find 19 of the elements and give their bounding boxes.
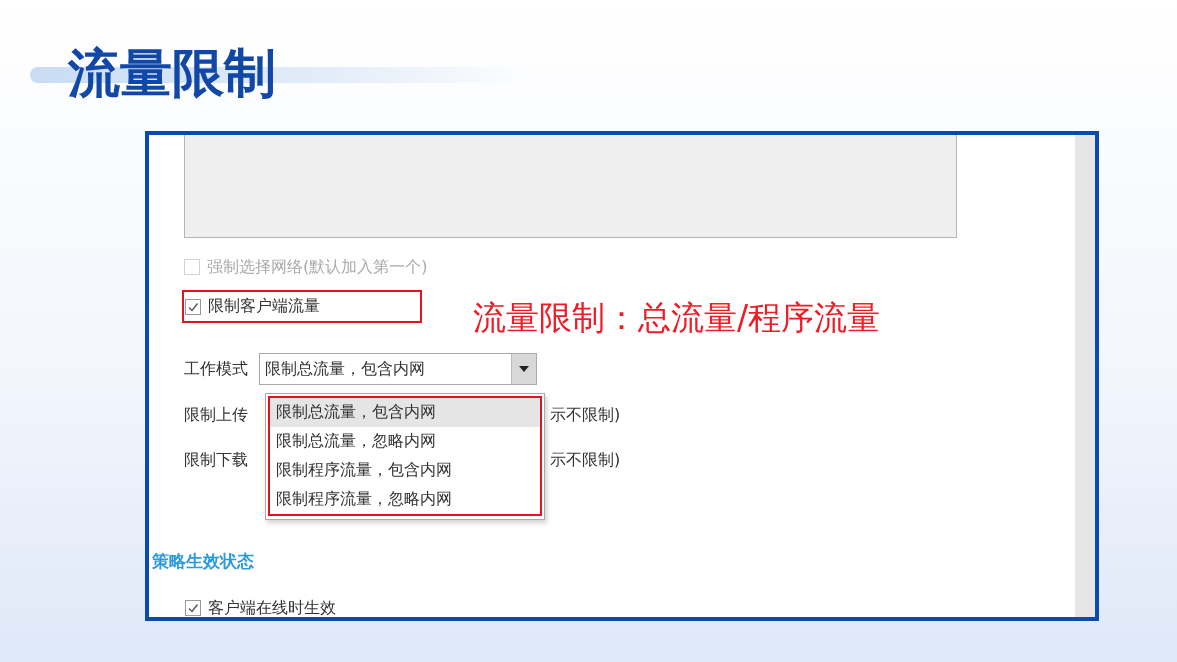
field-label: 工作模式 — [184, 358, 248, 380]
checkbox[interactable] — [185, 298, 201, 315]
field-label: 限制上传 — [184, 404, 248, 426]
dropdown-option[interactable]: 限制总流量，包含内网 — [270, 398, 540, 427]
checkbox[interactable] — [185, 600, 201, 616]
slide-title: 流量限制 — [67, 42, 276, 105]
dropdown-option[interactable]: 限制程序流量，包含内网 — [270, 456, 540, 485]
field-label: 限制下载 — [184, 449, 248, 471]
scrollbar[interactable] — [1075, 135, 1095, 617]
checkbox-label: 客户端在线时生效 — [208, 597, 336, 619]
dropdown-option[interactable]: 限制程序流量，忽略内网 — [270, 485, 540, 514]
annotation-text: 流量限制：总流量/程序流量 — [473, 298, 881, 338]
section-heading: 策略生效状态 — [152, 550, 254, 572]
hint-text: 示不限制) — [550, 449, 621, 471]
checkbox-label: 限制客户端流量 — [208, 296, 320, 317]
dropdown-option[interactable]: 限制总流量，忽略内网 — [270, 427, 540, 456]
hint-text: 示不限制) — [550, 404, 621, 426]
checkbox-label: 强制选择网络(默认加入第一个) — [207, 256, 428, 278]
dropdown-select[interactable]: 限制总流量，包含内网 — [259, 353, 537, 385]
